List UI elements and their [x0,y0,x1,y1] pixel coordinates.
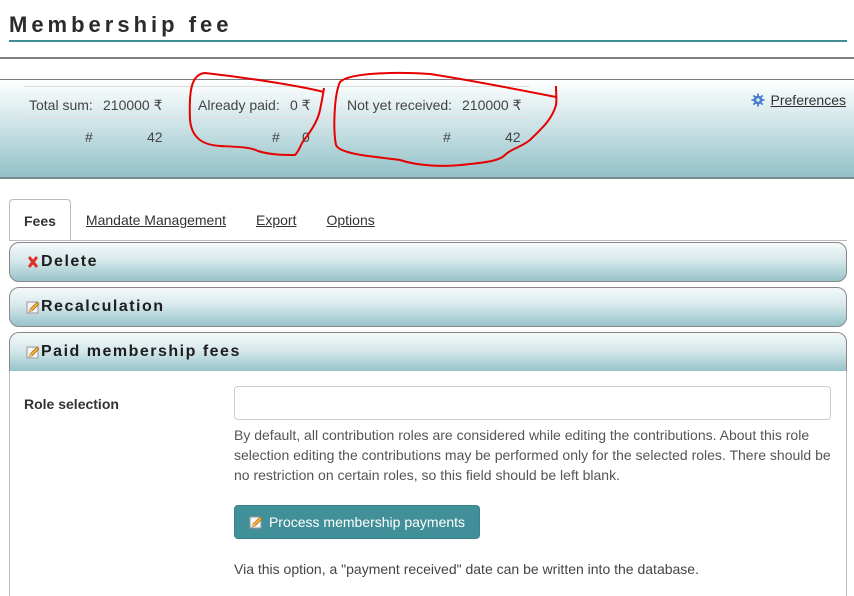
page-title: Membership fee [9,12,233,37]
tab-mandate-management[interactable]: Mandate Management [71,199,241,241]
not-yet-received-label: Not yet received: [347,97,453,113]
fee-summary-panel: Total sum: 210000 ₹ # 42 Already paid: 0… [0,79,854,179]
not-yet-received-amount: 210000 ₹ [462,97,522,113]
pencil-icon [249,516,263,529]
accordion-delete[interactable]: Delete [9,242,847,282]
total-count-label: # [85,129,93,145]
tab-options[interactable]: Options [311,199,389,241]
preferences-link[interactable]: Preferences [750,92,846,108]
total-count: 42 [147,129,163,145]
summary-divider [24,117,529,118]
total-sum-label: Total sum: [29,97,93,113]
total-sum-amount: 210000 ₹ [103,97,163,113]
tab-fees[interactable]: Fees [9,199,71,241]
process-payments-note: Via this option, a "payment received" da… [234,561,699,577]
accordion-paid-membership-fees-title: Paid membership fees [41,343,241,360]
tab-bar-divider [9,240,847,241]
paid-count: 0 [302,129,310,145]
role-selection-help-text: By default, all contribution roles are c… [234,427,831,483]
role-selection-input[interactable] [234,386,831,420]
accordion-recalculation[interactable]: Recalculation [9,287,847,327]
delete-x-icon [28,256,38,268]
accordion-recalculation-title: Recalculation [41,298,165,315]
preferences-label[interactable]: Preferences [771,92,846,108]
accordion-delete-title: Delete [41,253,99,270]
process-membership-payments-label: Process membership payments [268,514,466,530]
title-underline [9,40,847,42]
header-divider [0,57,854,59]
pending-count: 42 [505,129,521,145]
tab-bar: Fees Mandate Management Export Options [9,199,390,241]
summary-divider [24,86,529,87]
already-paid-label: Already paid: [198,97,280,113]
paid-count-label: # [272,129,280,145]
process-membership-payments-button[interactable]: Process membership payments [234,505,480,539]
pending-count-label: # [443,129,451,145]
role-selection-label: Role selection [24,396,119,412]
gear-icon [750,93,765,107]
already-paid-amount: 0 ₹ [290,97,311,113]
pencil-icon [26,346,40,359]
accordion-paid-membership-fees[interactable]: Paid membership fees [9,332,847,372]
pencil-icon [26,301,40,314]
tab-export[interactable]: Export [241,199,311,241]
